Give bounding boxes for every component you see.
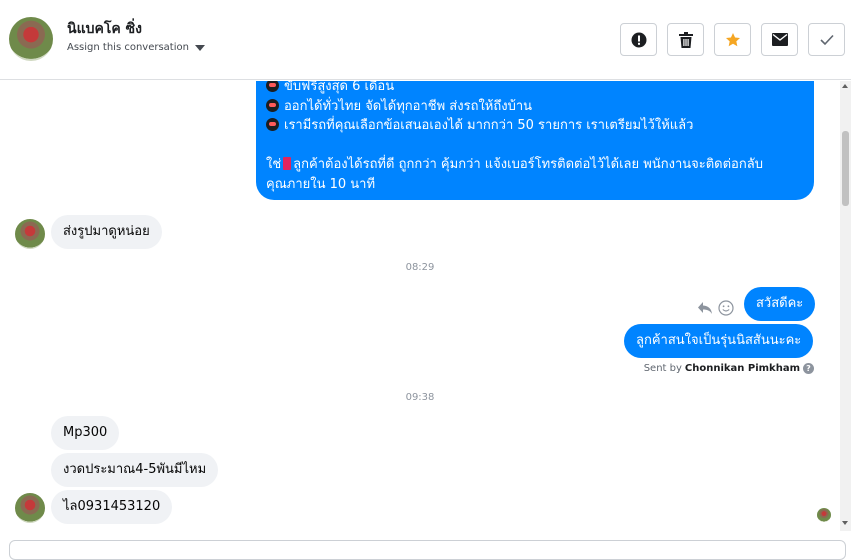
caret-down-icon: [194, 44, 205, 51]
sent-by-label: Sent by Chonnikan Pimkham ?: [644, 363, 814, 374]
incoming-message[interactable]: งวดประมาณ4-5พันมีไหม: [51, 453, 219, 487]
sender-name: Chonnikan Pimkham: [684, 363, 800, 374]
trash-icon: [678, 31, 693, 48]
star-icon: [725, 32, 740, 46]
thread-scrollbar[interactable]: [840, 81, 851, 531]
check-icon: [819, 34, 834, 45]
incoming-message[interactable]: ส่งรูปมาดูหน่อย: [51, 215, 162, 249]
mark-done-button[interactable]: [808, 23, 845, 56]
timestamp: 09:38: [405, 392, 435, 403]
outgoing-message[interactable]: ลูกค้าสนใจเป็นรุ่นนิสสันนะคะ: [624, 324, 814, 358]
incoming-message[interactable]: Mp300: [51, 416, 120, 450]
scroll-down-arrow-icon[interactable]: [842, 521, 848, 525]
outgoing-message-long[interactable]: ขับฟรีสูงสุด 6 เดือน ออกได้ทั่วไทย จัดได…: [256, 81, 814, 200]
mark-unread-button[interactable]: [761, 23, 798, 56]
contact-avatar-small: [15, 493, 45, 523]
contact-name[interactable]: นิแบคโค ซิ่ง: [67, 18, 142, 40]
scroll-up-arrow-icon[interactable]: [842, 84, 848, 88]
incoming-message[interactable]: ไล0931453120: [51, 490, 173, 524]
help-icon[interactable]: ?: [803, 363, 814, 374]
star-button[interactable]: [714, 23, 751, 56]
message-line: [266, 136, 804, 156]
car-emoji-icon: [266, 81, 279, 92]
alert-icon: [631, 32, 646, 47]
timestamp: 08:29: [405, 262, 435, 273]
message-line: เรามีรถที่คุณเลือกข้อเสนอเองได้ มากกว่า …: [266, 116, 804, 136]
message-composer[interactable]: [9, 540, 846, 560]
assign-conversation-dropdown[interactable]: Assign this conversation: [67, 42, 205, 53]
message-actions: [697, 300, 734, 316]
car-emoji-icon: [266, 98, 279, 112]
envelope-icon: [771, 33, 788, 46]
contact-avatar-small: [15, 219, 45, 249]
reply-icon[interactable]: [697, 301, 713, 315]
message-line: ใช่ ลูกค้าต้องได้รถที่ดี ถูกกว่า คุ้มกว่า…: [266, 157, 763, 172]
message-thread[interactable]: ขับฟรีสูงสุด 6 เดือน ออกได้ทั่วไทย จัดได…: [0, 81, 840, 541]
conversation-header: นิแบคโค ซิ่ง Assign this conversation: [0, 0, 851, 80]
seen-indicator-avatar: [817, 508, 831, 522]
assign-label: Assign this conversation: [67, 42, 189, 53]
message-line: ขับฟรีสูงสุด 6 เดือน: [266, 81, 804, 97]
car-emoji-icon: [266, 118, 279, 131]
mark-spam-button[interactable]: [620, 23, 657, 56]
delete-button[interactable]: [667, 23, 704, 56]
message-line: ออกได้ทั่วไทย จัดได้ทุกอาชีพ ส่งรถให้ถึง…: [266, 97, 804, 117]
message-line: คุณภายใน 10 นาที: [266, 176, 376, 192]
outgoing-message[interactable]: สวัสดีคะ: [744, 287, 816, 321]
header-toolbar: [620, 23, 845, 56]
contact-avatar[interactable]: [9, 17, 53, 61]
smiley-reaction-icon[interactable]: [718, 300, 734, 316]
scroll-thumb[interactable]: [842, 131, 849, 206]
exclamation-emoji-icon: [283, 157, 292, 170]
